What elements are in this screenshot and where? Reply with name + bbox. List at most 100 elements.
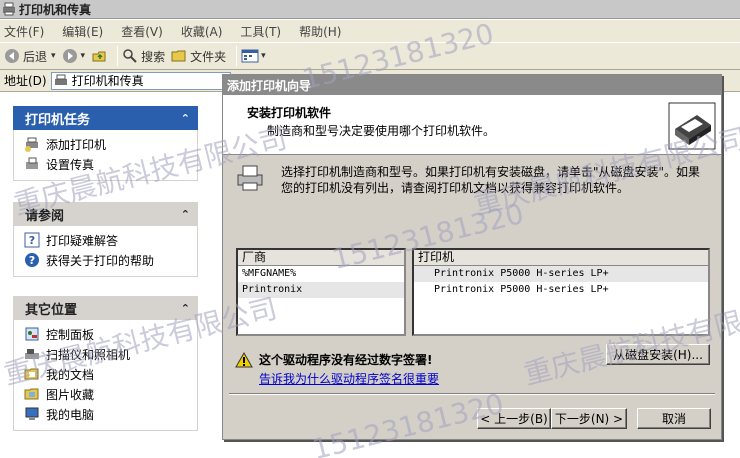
back-label: 后退: [23, 49, 48, 64]
printer-folder-icon: [3, 2, 15, 16]
driver-signing-link[interactable]: 告诉我为什么驱动程序签名很重要: [259, 370, 439, 387]
printer-tasks-header[interactable]: 打印机任务 ⌃: [13, 106, 198, 130]
cancel-button[interactable]: 取消: [637, 408, 711, 429]
back-dropdown-icon[interactable]: ▾: [51, 51, 56, 61]
documents-folder-icon: [24, 368, 39, 380]
warning-icon: [235, 352, 253, 368]
printer-item[interactable]: Printronix P5000 H-series LP+: [414, 282, 708, 298]
next-button[interactable]: 下一步(N) >: [551, 408, 627, 429]
see-also-title: 请参阅: [25, 208, 65, 224]
folder-icon: [171, 50, 186, 62]
address-field[interactable]: 打印机和传真: [50, 71, 231, 90]
my-computer-link[interactable]: 我的电脑: [24, 404, 197, 424]
collapse-icon[interactable]: ⌃: [181, 112, 190, 125]
other-places-header[interactable]: 其它位置 ⌃: [13, 296, 198, 320]
views-button[interactable]: ▾: [241, 49, 266, 63]
scanners-cameras-label: 扫描仪和照相机: [46, 347, 131, 362]
forward-button[interactable]: ▾: [62, 48, 86, 64]
back-button[interactable]: 后退 ▾: [4, 48, 56, 65]
svg-text:?: ?: [29, 254, 35, 267]
my-documents-label: 我的文档: [46, 367, 95, 382]
collapse-icon[interactable]: ⌃: [181, 208, 190, 221]
printer-wizard-icon: [668, 102, 716, 150]
print-troubleshoot-label: 打印疑难解答: [46, 233, 119, 248]
scanners-cameras-link[interactable]: 扫描仪和照相机: [24, 344, 197, 364]
folders-label: 文件夹: [190, 49, 227, 64]
add-printer-icon: [25, 137, 38, 152]
manufacturer-item[interactable]: Printronix: [238, 282, 404, 298]
dialog-header: 安装打印机软件 制造商和型号决定要使用哪个打印机软件。: [223, 95, 721, 155]
manufacturer-header[interactable]: 厂商: [238, 250, 404, 266]
up-folder-button[interactable]: [91, 48, 107, 64]
address-value: 打印机和传真: [71, 74, 144, 88]
menu-favorites[interactable]: 收藏(A): [181, 23, 223, 40]
manufacturer-list[interactable]: 厂商 %MFGNAME% Printronix: [236, 248, 406, 336]
other-places-panel: 其它位置 ⌃ 控制面板 扫描仪和照相机 我的文档 图片收藏 我的电脑: [13, 296, 198, 431]
menu-help[interactable]: 帮助(H): [299, 23, 341, 40]
views-icon: [241, 49, 259, 63]
window-title: 打印机和传真: [19, 2, 92, 17]
dialog-titlebar[interactable]: 添加打印机向导: [223, 75, 721, 95]
computer-icon: [25, 407, 39, 420]
forward-dropdown-icon[interactable]: ▾: [81, 51, 86, 61]
add-printer-wizard-dialog: 添加打印机向导 安装打印机软件 制造商和型号决定要使用哪个打印机软件。 选择打印…: [222, 74, 722, 440]
address-label: 地址(D): [4, 74, 47, 88]
my-documents-link[interactable]: 我的文档: [24, 364, 197, 384]
printer-item[interactable]: Printronix P5000 H-series LP+: [414, 266, 708, 282]
setup-fax-label: 设置传真: [46, 157, 95, 172]
svg-text:?: ?: [29, 234, 35, 247]
menu-edit[interactable]: 编辑(E): [62, 23, 103, 40]
printer-tasks-panel: 打印机任务 ⌃ 添加打印机 设置传真: [13, 106, 198, 181]
manufacturer-item[interactable]: %MFGNAME%: [238, 266, 404, 282]
help-icon: ?: [24, 232, 40, 248]
print-troubleshoot-link[interactable]: ? 打印疑难解答: [24, 230, 197, 250]
print-help-link[interactable]: ? 获得关于打印的帮助: [24, 250, 197, 270]
control-panel-link[interactable]: 控制面板: [24, 324, 197, 344]
see-also-header[interactable]: 请参阅 ⌃: [13, 202, 198, 226]
setup-fax-link[interactable]: 设置传真: [24, 154, 197, 174]
scanner-icon: [25, 349, 39, 359]
menu-tools[interactable]: 工具(T): [240, 23, 281, 40]
toolbar: 后退 ▾ ▾ 搜索 文件夹 ▾: [0, 42, 740, 70]
menu-file[interactable]: 文件(F): [4, 23, 44, 40]
add-printer-label: 添加打印机: [46, 137, 107, 152]
folders-button[interactable]: 文件夹: [171, 48, 226, 65]
dialog-subheading: 制造商和型号决定要使用哪个打印机软件。: [267, 124, 496, 138]
pictures-folder-icon: [24, 388, 39, 400]
help-circle-icon: ?: [25, 253, 39, 267]
control-panel-label: 控制面板: [46, 327, 95, 342]
have-disk-button[interactable]: 从磁盘安装(H)...: [606, 344, 710, 365]
views-dropdown-icon: ▾: [261, 51, 266, 61]
printer-header[interactable]: 打印机: [414, 250, 708, 266]
dialog-separator: [229, 393, 715, 395]
printer-folder-icon: [54, 74, 67, 85]
dialog-title: 添加打印机向导: [227, 78, 312, 93]
up-folder-icon: [92, 51, 106, 62]
forward-arrow-icon: [62, 49, 77, 63]
see-also-body: ? 打印疑难解答 ? 获得关于打印的帮助: [13, 226, 198, 277]
fax-icon: [26, 157, 38, 169]
toolbar-separator: [236, 46, 238, 66]
my-pictures-label: 图片收藏: [46, 387, 95, 402]
control-panel-icon: [25, 327, 39, 341]
collapse-icon[interactable]: ⌃: [181, 302, 190, 315]
my-pictures-link[interactable]: 图片收藏: [24, 384, 197, 404]
printer-icon: [237, 165, 263, 191]
see-also-panel: 请参阅 ⌃ ? 打印疑难解答 ? 获得关于打印的帮助: [13, 202, 198, 277]
dialog-instruction: 选择打印机制造商和型号。如果打印机有安装磁盘，请单击"从磁盘安装"。如果您的打印…: [281, 165, 701, 195]
back-arrow-icon: [5, 49, 19, 63]
search-button[interactable]: 搜索: [122, 48, 165, 65]
search-icon: [123, 49, 137, 63]
my-computer-label: 我的电脑: [46, 407, 95, 422]
toolbar-separator: [117, 46, 119, 66]
search-label: 搜索: [141, 49, 166, 64]
back-button[interactable]: < 上一步(B): [477, 408, 551, 429]
add-printer-link[interactable]: 添加打印机: [24, 134, 197, 154]
printer-tasks-body: 添加打印机 设置传真: [13, 130, 198, 181]
other-places-body: 控制面板 扫描仪和照相机 我的文档 图片收藏 我的电脑: [13, 320, 198, 431]
unsigned-driver-warning: 这个驱动程序没有经过数字签署!: [259, 353, 433, 367]
print-help-label: 获得关于打印的帮助: [46, 253, 155, 268]
menu-bar: 文件(F) 编辑(E) 查看(V) 收藏(A) 工具(T) 帮助(H): [0, 20, 740, 42]
printer-list[interactable]: 打印机 Printronix P5000 H-series LP+ Printr…: [412, 248, 710, 336]
menu-view[interactable]: 查看(V): [121, 23, 163, 40]
